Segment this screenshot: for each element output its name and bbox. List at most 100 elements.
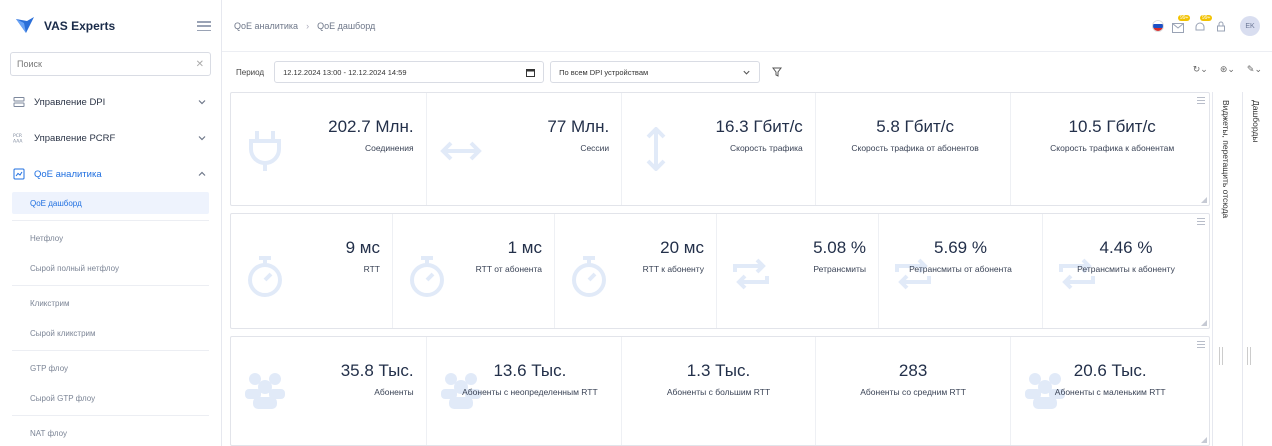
metric-text: 283 Абоненты со средним RTT [816,361,1011,399]
menu-toggle-icon[interactable] [197,21,211,31]
metric-text: 16.3 Гбит/с Скорость трафика [716,117,803,155]
refresh-icon[interactable]: ↻⌄ [1193,64,1208,75]
metric-label: Скорость трафика от абонентов [851,143,979,153]
metric-tile: 13.6 Тыс. Абоненты с неопределенным RTT [427,337,623,445]
divider [12,220,209,221]
metric-label: RTT к абоненту [642,264,704,274]
palette-icon[interactable]: ⊛⌄ [1220,64,1235,75]
panel-menu-icon[interactable] [1196,341,1205,348]
drag-handle-icon[interactable] [1247,347,1251,365]
arrows-horizontal-icon [439,141,482,161]
mail-icon[interactable]: 99+ [1172,15,1191,33]
stopwatch-icon [572,256,606,297]
edit-icon[interactable]: ✎⌄ [1247,64,1262,75]
metric-value: 202.7 Млн. [328,117,414,136]
nav-group-qoe[interactable]: QoE аналитика [0,156,221,192]
dpi-select[interactable]: По всем DPI устройствам [550,61,761,83]
metric-label: RTT от абонента [475,264,542,274]
period-input[interactable]: 12.12.2024 13:00 - 12.12.2024 14:59 [274,61,545,83]
metric-value: 13.6 Тыс. [493,361,567,380]
metric-value: 5.08 % [813,238,866,257]
metric-tile: 77 Млн. Сессии [427,93,623,205]
sidebar-item-gtp-flow[interactable]: GTP флоу [12,357,209,379]
search-input[interactable] [17,59,196,69]
metric-value: 5.8 Гбит/с [876,117,954,136]
sidebar-item-clickstream[interactable]: Кликстрим [12,292,209,314]
resize-handle-icon[interactable] [1201,320,1207,326]
drag-handle-icon[interactable] [1219,347,1223,365]
metric-label: Скорость трафика к абонентам [1050,143,1175,153]
metric-tile: 1.3 Тыс. Абоненты с большим RTT [622,337,816,445]
search-box: ✕ [10,52,211,76]
nav-group-pcrf[interactable]: PCR AAA Управление PCRF [0,120,221,156]
metric-value: 20 мс [660,238,704,257]
russian-flag-icon[interactable] [1152,20,1164,32]
metric-label: Абоненты [374,387,414,397]
arrows-vertical-icon [646,127,666,171]
vas-experts-logo [16,17,34,33]
metric-label: Ретрансмиты [813,264,866,274]
calendar-icon[interactable] [526,68,536,77]
dashboards-panel[interactable]: Дашборды [1242,92,1272,446]
metric-text: 20.6 Тыс. Абоненты с маленьким RTT [1011,361,1209,399]
chart-icon [12,167,26,181]
metric-label: Абоненты с большим RTT [666,387,771,397]
metric-tile: 5.8 Гбит/с Скорость трафика от абонентов [816,93,1012,205]
panel-subscribers: 35.8 Тыс. Абоненты 13.6 Тыс. Абоненты с … [230,336,1210,446]
filter-icon[interactable] [772,67,783,77]
panel-menu-icon[interactable] [1197,218,1205,225]
panel-menu-icon[interactable] [1196,97,1205,104]
nav-group-label: QoE аналитика [34,168,102,180]
metric-text: 9 мс RTT [346,238,380,276]
metric-value: 35.8 Тыс. [340,361,414,380]
lock-icon[interactable] [1216,21,1226,32]
metric-value: 9 мс [345,238,380,257]
sidebar-item-netflow[interactable]: Нетфлоу [12,227,209,249]
metric-value: 16.3 Гбит/с [715,117,803,136]
bell-icon[interactable]: 99+ [1194,15,1213,32]
metric-value: 283 [898,361,928,380]
chevron-up-icon [198,171,206,176]
metric-label: Абоненты с неопределенным RTT [462,387,598,397]
metric-text: 202.7 Млн. Соединения [328,117,413,155]
metric-value: 20.6 Тыс. [1073,361,1147,380]
clear-icon[interactable]: ✕ [196,59,204,70]
divider [12,415,209,416]
notification-badge: 99+ [1200,15,1213,21]
svg-text:AAA: AAA [13,139,23,145]
dashboard-content: 202.7 Млн. Соединения 77 Млн. Сессии 16.… [230,92,1210,446]
metric-text: 1 мс RTT от абонента [476,238,542,276]
sidebar-item-raw-gtp-flow[interactable]: Сырой GTP флоу [12,387,209,409]
resize-handle-icon[interactable] [1200,197,1207,203]
metric-label: Сессии [580,143,610,153]
avatar[interactable]: EK [1240,16,1260,36]
dashboards-panel-label: Дашборды [1251,100,1261,143]
metric-tile: 202.7 Млн. Соединения [231,93,427,205]
notification-badge: 99+ [1178,15,1191,21]
app-name: VAS Experts [44,19,116,33]
metric-tile: 20.6 Тыс. Абоненты с маленьким RTT [1011,337,1209,445]
divider [12,350,209,351]
metric-label: Абоненты со средним RTT [860,387,966,397]
metric-label: Скорость трафика [730,143,803,153]
widgets-panel[interactable]: Виджеты, перетащить отсюда [1212,92,1242,446]
svg-text:PCR: PCR [13,133,22,139]
metric-text: 35.8 Тыс. Абоненты [341,361,414,399]
metric-value: 1 мс [507,238,542,257]
sidebar-item-raw-clickstream[interactable]: Сырой кликстрим [12,322,209,344]
sidebar-item-qoe-dashboard[interactable]: QoE дашборд [12,192,209,214]
resize-handle-icon[interactable] [1200,437,1207,443]
nav-group-label: Управление DPI [34,96,106,108]
nav-group-dpi[interactable]: Управление DPI [0,84,221,120]
metric-tile: 5.08 % Ретрансмиты [717,214,879,328]
breadcrumb-item[interactable]: QoE аналитика [234,21,298,31]
period-value: 12.12.2024 13:00 - 12.12.2024 14:59 [283,67,407,77]
metric-label: Ретрансмиты к абоненту [1077,264,1175,274]
metric-value: 5.69 % [934,238,987,257]
metric-tile: 283 Абоненты со средним RTT [816,337,1012,445]
metric-tile: 1 мс RTT от абонента [393,214,555,328]
panel-rtt: 9 мс RTT 1 мс RTT от абонента 20 мс RTT … [230,213,1210,329]
sidebar-item-raw-netflow[interactable]: Сырой полный нетфлоу [12,257,209,279]
metric-text: 20 мс RTT к абоненту [643,238,704,276]
sidebar-item-nat-flow[interactable]: NAT флоу [12,422,209,444]
